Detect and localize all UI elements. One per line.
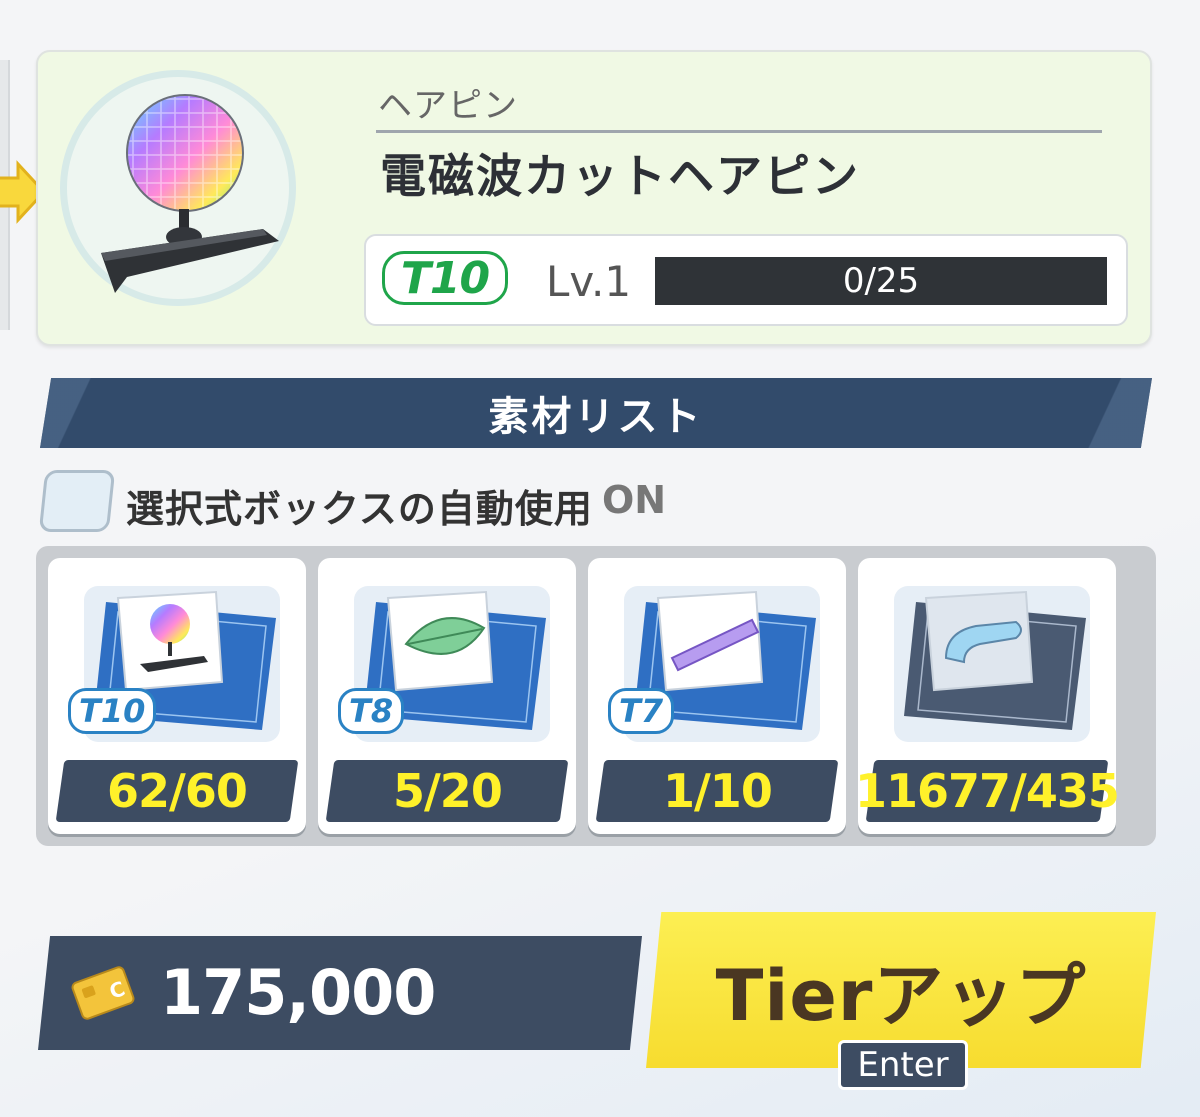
material-slot-1[interactable]: T10 62/60 — [48, 558, 306, 834]
material-count-value: 5/20 — [392, 764, 502, 818]
material-count-value: 11677/435 — [855, 764, 1119, 818]
auto-use-state: ON — [602, 478, 667, 522]
materials-title: 素材リスト — [488, 394, 704, 440]
cost-value: 175,000 — [160, 956, 436, 1029]
material-tier-badge: T10 — [68, 688, 157, 734]
material-count: 5/20 — [325, 760, 569, 822]
auto-use-checkbox[interactable] — [38, 470, 116, 532]
material-tier-badge: T7 — [608, 688, 675, 734]
material-slot-4[interactable]: 11677/435 — [855, 558, 1119, 834]
material-count: 11677/435 — [855, 760, 1119, 822]
material-slot-2[interactable]: T8 5/20 — [318, 558, 576, 834]
material-count-value: 62/60 — [107, 764, 247, 818]
tier-badge: T10 — [382, 251, 508, 305]
item-name: 電磁波カットヘアピン — [380, 149, 860, 203]
material-count-value: 1/10 — [662, 764, 772, 818]
credit-icon: C — [71, 966, 135, 1020]
material-tier-badge: T8 — [338, 688, 405, 734]
level-label: Lv.1 — [546, 257, 632, 306]
item-icon-frame — [60, 70, 296, 306]
hairpin-icon — [101, 94, 279, 293]
exp-progress-bar: 0/25 — [655, 257, 1107, 305]
material-count: 1/10 — [595, 760, 839, 822]
divider — [376, 130, 1102, 133]
auto-use-label: 選択式ボックスの自動使用 — [126, 487, 593, 531]
materials-header: 素材リスト — [40, 378, 1152, 448]
blueprint-icon — [894, 586, 1090, 742]
item-category: ヘアピン — [378, 86, 518, 126]
enter-key-hint: Enter — [838, 1040, 968, 1090]
exp-value: 0/25 — [842, 261, 920, 301]
material-slot-3[interactable]: T7 1/10 — [588, 558, 846, 834]
material-count: 62/60 — [55, 760, 299, 822]
